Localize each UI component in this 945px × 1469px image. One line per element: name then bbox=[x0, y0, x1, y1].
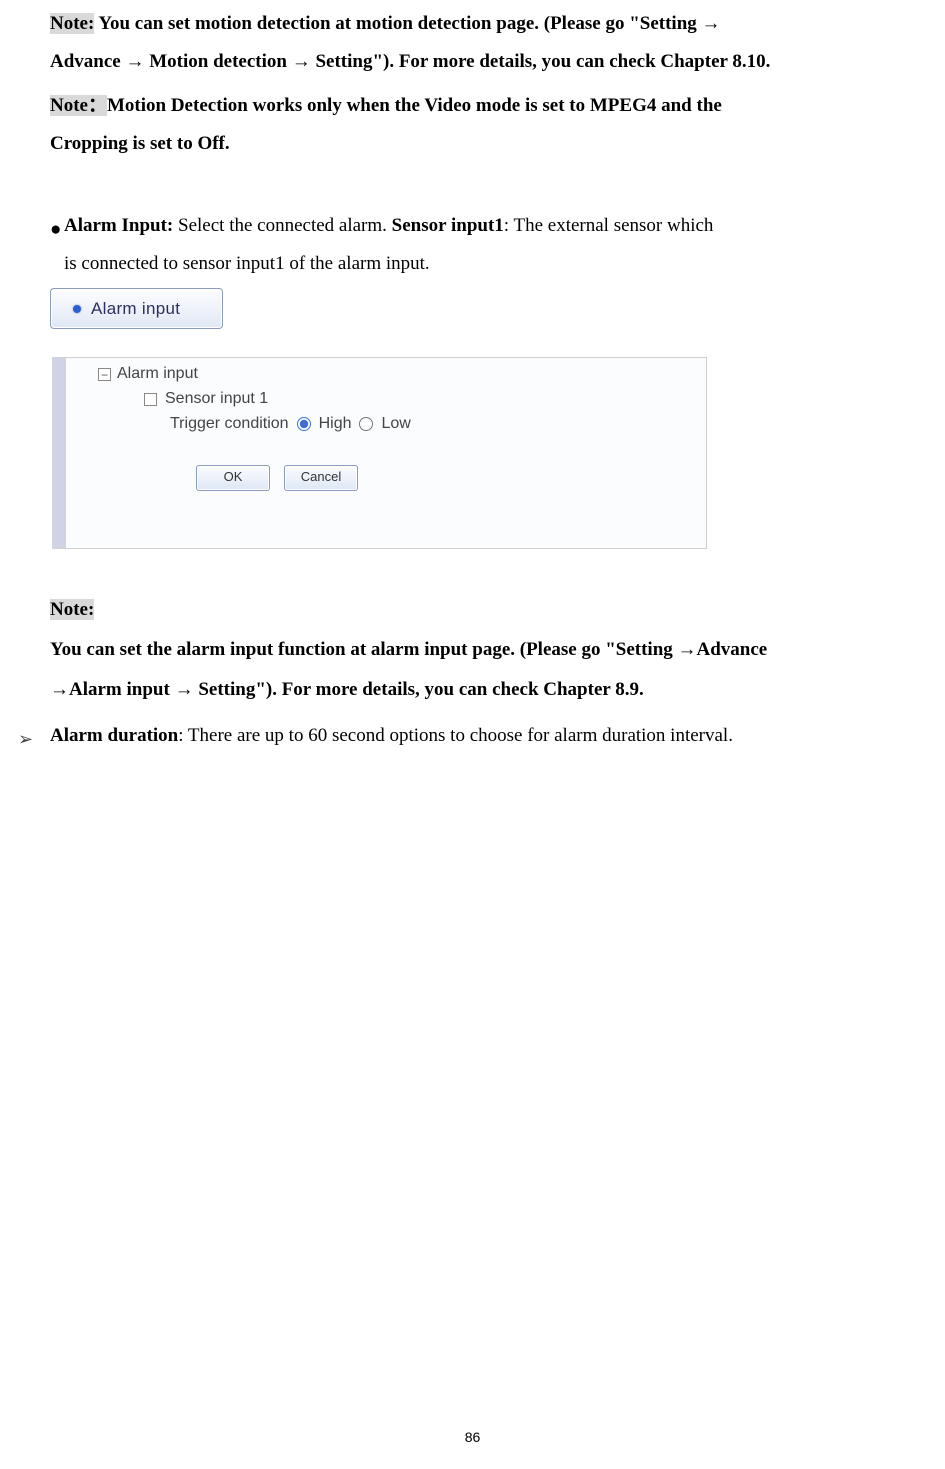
note-motion-mode: Note：Motion Detection works only when th… bbox=[50, 87, 905, 125]
note-label-3: Note: bbox=[50, 599, 94, 620]
alarm-input-label: Alarm Input: bbox=[64, 215, 178, 236]
note-motion-detection-l2: Advance → Motion detection → Setting"). … bbox=[50, 43, 905, 81]
trigger-high-radio[interactable] bbox=[297, 417, 311, 431]
collapse-icon[interactable]: − bbox=[98, 368, 111, 381]
ok-button[interactable]: OK bbox=[196, 465, 270, 491]
alarm-input-bullet: ● Alarm Input: Select the connected alar… bbox=[50, 211, 905, 278]
note-alarm-input-l2: →Alarm input → Setting"). For more detai… bbox=[50, 671, 905, 709]
alarm-icon bbox=[73, 305, 81, 313]
sensor-input1-text: Sensor input 1 bbox=[165, 389, 268, 410]
alarm-input-mid: Select the connected alarm. bbox=[178, 215, 392, 236]
sensor-input1-checkbox[interactable] bbox=[144, 393, 157, 406]
page-number: 86 bbox=[0, 1423, 945, 1451]
alarm-input-text-l1: Alarm Input: Select the connected alarm.… bbox=[64, 211, 905, 249]
alarm-input-text-l2: is connected to sensor input1 of the ala… bbox=[64, 249, 905, 278]
trigger-high-label: High bbox=[319, 414, 352, 435]
panel-heading: Alarm input bbox=[117, 364, 198, 385]
note-alarm-input: Note: You can set the alarm input functi… bbox=[50, 591, 905, 709]
trigger-low-label: Low bbox=[381, 414, 410, 435]
note-label-2: Note： bbox=[50, 95, 107, 116]
alarm-duration-bullet: ➢ Alarm duration: There are up to 60 sec… bbox=[18, 721, 905, 757]
note-label: Note: bbox=[50, 13, 94, 34]
alarm-duration-text: Alarm duration: There are up to 60 secon… bbox=[50, 721, 905, 757]
alarm-duration-label: Alarm duration bbox=[50, 725, 178, 746]
note-motion-mode-l2: Cropping is set to Off. bbox=[50, 125, 905, 163]
alarm-input-button[interactable]: Alarm input bbox=[50, 288, 223, 329]
chevron-right-icon: ➢ bbox=[18, 721, 50, 757]
note-motion-detection: Note: You can set motion detection at mo… bbox=[50, 5, 905, 43]
note-alarm-input-l1: You can set the alarm input function at … bbox=[50, 631, 905, 669]
cancel-button[interactable]: Cancel bbox=[284, 465, 358, 491]
trigger-low-radio[interactable] bbox=[359, 417, 373, 431]
alarm-duration-rest: : There are up to 60 second options to c… bbox=[178, 725, 733, 746]
note-motion-detection-l1: You can set motion detection at motion d… bbox=[94, 13, 720, 34]
alarm-input-after: : The external sensor which bbox=[504, 215, 714, 236]
alarm-input-button-label: Alarm input bbox=[91, 292, 180, 326]
sensor-input1-label: Sensor input1 bbox=[392, 215, 504, 236]
bullet-icon: ● bbox=[50, 211, 64, 249]
note-motion-mode-l1: Motion Detection works only when the Vid… bbox=[107, 95, 722, 116]
alarm-input-panel: − Alarm input Sensor input 1 Trigger con… bbox=[52, 357, 707, 549]
trigger-condition-label: Trigger condition bbox=[170, 414, 289, 435]
